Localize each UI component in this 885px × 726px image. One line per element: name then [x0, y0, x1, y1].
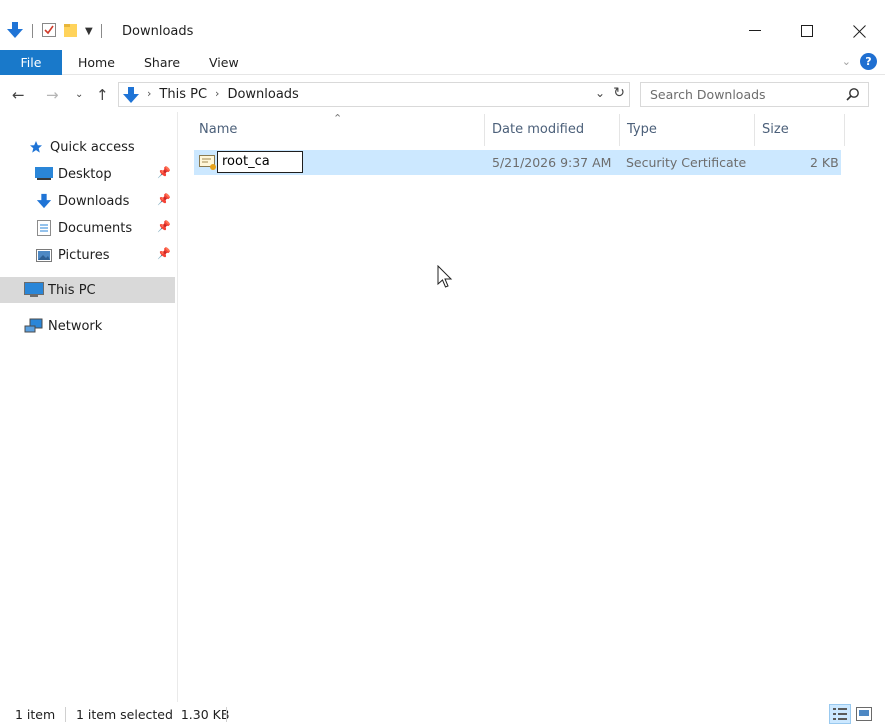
- window-controls: [729, 16, 885, 46]
- nav-item-this-pc[interactable]: This PC: [0, 277, 175, 303]
- nav-item-label: Quick access: [50, 139, 135, 155]
- column-header-date-modified[interactable]: Date modified: [486, 114, 620, 146]
- downloads-arrow-icon[interactable]: [6, 21, 24, 42]
- search-input[interactable]: [641, 83, 841, 106]
- quick-access-toolbar: ▼: [6, 20, 104, 42]
- search-box[interactable]: [640, 82, 869, 107]
- computer-icon: [24, 282, 44, 298]
- file-date-modified: 5/21/2026 9:37 AM: [492, 155, 612, 170]
- column-header-name[interactable]: Name: [194, 114, 485, 146]
- pin-icon[interactable]: 📌: [157, 193, 171, 206]
- star-icon: [28, 140, 44, 154]
- file-row[interactable]: root_ca 5/21/2026 9:37 AM Security Certi…: [194, 150, 841, 175]
- ribbon-tabs: File Home Share View ⌄ ?: [0, 50, 885, 75]
- help-icon[interactable]: ?: [860, 53, 877, 70]
- column-header-size[interactable]: Size: [756, 114, 845, 146]
- downloads-arrow-icon: [34, 193, 54, 209]
- window-title: Downloads: [122, 24, 194, 39]
- nav-item-downloads[interactable]: Downloads 📌: [0, 188, 175, 214]
- column-header-type[interactable]: Type: [621, 114, 755, 146]
- toolbar-divider: [32, 24, 33, 38]
- documents-icon: [34, 220, 54, 236]
- nav-quick-access[interactable]: Quick access: [28, 134, 178, 160]
- tab-view[interactable]: View: [209, 50, 239, 75]
- maximize-button[interactable]: [781, 16, 833, 46]
- nav-item-label: Downloads: [58, 193, 130, 209]
- address-dropdown-icon[interactable]: ⌄: [595, 86, 605, 100]
- breadcrumb-downloads[interactable]: Downloads: [227, 87, 298, 102]
- breadcrumb-separator-icon: ›: [147, 87, 152, 100]
- forward-arrow-icon[interactable]: →: [46, 86, 59, 104]
- toolbar-divider: [100, 24, 102, 38]
- large-icons-view-button[interactable]: [853, 704, 875, 724]
- customize-toolbar-icon[interactable]: ▼: [85, 26, 93, 37]
- tab-file[interactable]: File: [0, 50, 62, 75]
- desktop-icon: [34, 167, 54, 181]
- nav-item-label: Documents: [58, 220, 133, 236]
- pin-icon[interactable]: 📌: [157, 166, 171, 179]
- new-folder-icon[interactable]: [63, 22, 79, 41]
- nav-item-documents[interactable]: Documents 📌: [0, 215, 175, 241]
- properties-icon[interactable]: [41, 22, 57, 41]
- file-size: 2 KB: [810, 155, 839, 170]
- file-type: Security Certificate: [626, 155, 747, 170]
- details-view-button[interactable]: [829, 704, 851, 724]
- status-divider: [226, 707, 227, 722]
- nav-item-pictures[interactable]: Pictures 📌: [0, 242, 175, 268]
- tab-share[interactable]: Share: [144, 50, 180, 75]
- certificate-icon: [199, 155, 217, 174]
- nav-item-label: Network: [48, 318, 103, 334]
- navigation-bar: ← → ⌄ ↑ › This PC › Downloads ⌄ ↻: [0, 80, 885, 110]
- rename-field[interactable]: root_ca: [217, 151, 303, 173]
- mouse-pointer-icon: [437, 264, 453, 292]
- pin-icon[interactable]: 📌: [157, 247, 171, 260]
- up-arrow-icon[interactable]: ↑: [96, 86, 109, 104]
- close-button[interactable]: [833, 16, 885, 46]
- expand-ribbon-icon[interactable]: ⌄: [842, 55, 851, 68]
- status-divider: [65, 707, 66, 722]
- tab-home[interactable]: Home: [78, 50, 115, 75]
- address-bar[interactable]: › This PC › Downloads ⌄ ↻: [118, 82, 630, 107]
- breadcrumb-this-pc[interactable]: This PC: [159, 87, 207, 102]
- nav-item-desktop[interactable]: Desktop 📌: [0, 161, 175, 187]
- downloads-location-icon: [122, 86, 140, 107]
- nav-item-label: This PC: [48, 282, 96, 298]
- item-count: 1 item: [15, 707, 56, 722]
- status-bar: 1 item 1 item selected 1.30 KB: [0, 702, 885, 726]
- selection-info: 1 item selected 1.30 KB: [76, 707, 230, 722]
- nav-item-label: Desktop: [58, 166, 112, 182]
- recent-locations-icon[interactable]: ⌄: [75, 89, 83, 100]
- title-bar: ▼ Downloads: [0, 0, 885, 46]
- network-icon: [24, 318, 44, 334]
- nav-item-label: Pictures: [58, 247, 110, 263]
- navigation-pane: Quick access Desktop 📌 Downloads 📌 Docum…: [0, 112, 178, 702]
- pictures-icon: [34, 248, 54, 262]
- pin-icon[interactable]: 📌: [157, 220, 171, 233]
- minimize-button[interactable]: [729, 16, 781, 46]
- refresh-icon[interactable]: ↻: [613, 85, 625, 101]
- search-icon[interactable]: [846, 87, 860, 104]
- back-arrow-icon[interactable]: ←: [12, 86, 25, 104]
- nav-item-network[interactable]: Network: [0, 313, 175, 339]
- breadcrumb-separator-icon: ›: [215, 87, 220, 100]
- breadcrumb: › This PC › Downloads: [147, 87, 299, 102]
